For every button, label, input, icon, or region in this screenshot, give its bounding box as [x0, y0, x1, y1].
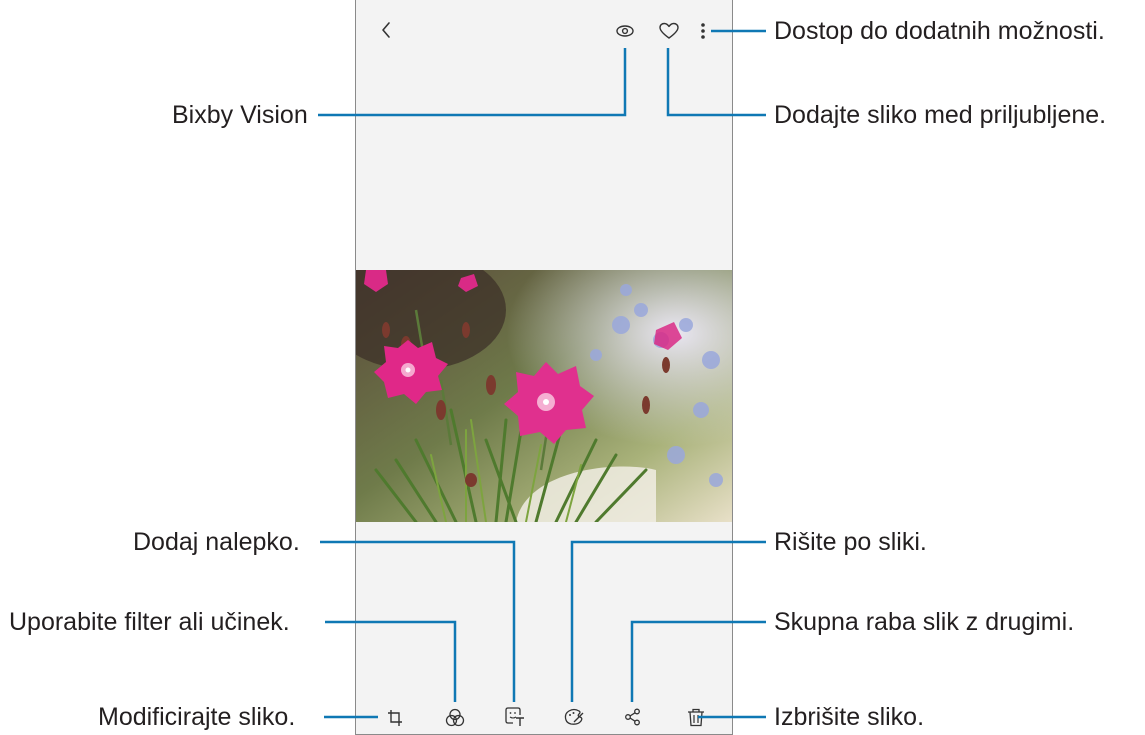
share-icon[interactable] [624, 708, 642, 726]
draw-icon[interactable] [563, 708, 585, 726]
callout-modify: Modificirajte sliko. [98, 703, 296, 731]
back-icon[interactable] [378, 20, 394, 40]
callout-delete: Izbrišite sliko. [774, 703, 925, 731]
callout-share: Skupna raba slik z drugimi. [774, 608, 1075, 636]
callout-filter: Uporabite filter ali učinek. [9, 608, 290, 636]
gallery-viewer-screen [355, 0, 733, 735]
crop-rotate-icon[interactable] [387, 709, 403, 727]
more-vertical-icon[interactable] [699, 21, 707, 41]
bixby-vision-icon[interactable] [614, 22, 636, 40]
trash-icon[interactable] [687, 708, 705, 727]
filter-icon[interactable] [445, 708, 465, 727]
callout-add-sticker: Dodaj nalepko. [133, 528, 300, 556]
callout-bixby-vision: Bixby Vision [172, 101, 308, 129]
gallery-photo[interactable] [356, 270, 732, 522]
heart-icon[interactable] [659, 22, 679, 40]
callout-draw: Rišite po sliki. [774, 528, 927, 556]
sticker-icon[interactable] [504, 707, 526, 727]
callout-more-options: Dostop do dodatnih možnosti. [774, 17, 1105, 45]
callout-add-favorite: Dodajte sliko med priljubljene. [774, 101, 1107, 129]
